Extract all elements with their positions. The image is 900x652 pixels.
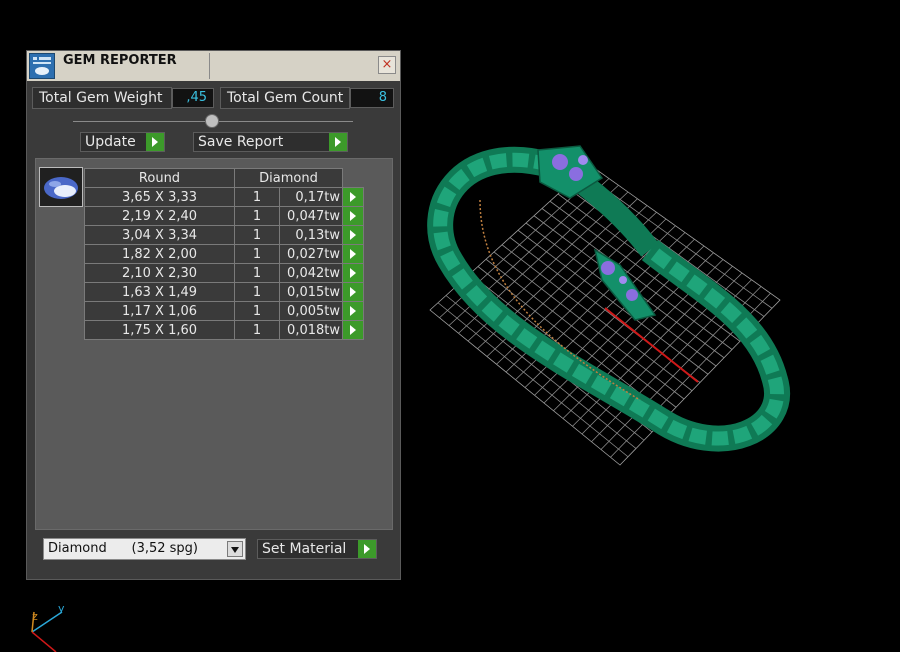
gem-weight-cell: 0,13tw: [279, 225, 343, 245]
gem-size-cell: 3,65 X 3,33: [84, 187, 235, 207]
gem-table: Round Diamond 3,65 X 3,33 1 0,17tw 2,19 X 2…: [84, 168, 364, 340]
set-material-button[interactable]: Set Material: [257, 539, 377, 559]
dropdown-arrow-icon[interactable]: [227, 541, 243, 557]
gem-weight-cell: 0,17tw: [279, 187, 343, 207]
material-select[interactable]: Diamond (3,52 spg): [43, 538, 246, 560]
save-report-button-label: Save Report: [198, 134, 284, 150]
window-title: GEM REPORTER: [63, 53, 177, 68]
save-report-button[interactable]: Save Report: [193, 132, 348, 152]
gem-quantity-cell: 1: [234, 225, 280, 245]
gem-weight-cell: 0,015tw: [279, 282, 343, 302]
row-select-arrow-button[interactable]: [342, 263, 364, 283]
play-arrow-icon: [146, 133, 164, 151]
3d-viewport-bracelet-model[interactable]: [420, 130, 800, 480]
gem-size-cell: 2,10 X 2,30: [84, 263, 235, 283]
total-gem-weight-label: Total Gem Weight: [32, 87, 172, 109]
gem-reporter-panel: GEM REPORTER × Total Gem Weight ,45 Tota…: [26, 50, 401, 580]
close-button[interactable]: ×: [378, 56, 396, 74]
gem-weight-cell: 0,042tw: [279, 263, 343, 283]
row-select-arrow-button[interactable]: [342, 301, 364, 321]
gem-list-area: Round Diamond 3,65 X 3,33 1 0,17tw 2,19 X 2…: [35, 158, 393, 530]
gem-size-cell: 1,17 X 1,06: [84, 301, 235, 321]
slider-handle[interactable]: [205, 114, 219, 128]
x-axis-line: [604, 307, 699, 383]
gem-size-cell: 1,82 X 2,00: [84, 244, 235, 264]
table-row[interactable]: 1,82 X 2,00 1 0,027tw: [84, 244, 364, 264]
gem-size-cell: 1,63 X 1,49: [84, 282, 235, 302]
gem-weight-cell: 0,005tw: [279, 301, 343, 321]
gem-quantity-cell: 1: [234, 187, 280, 207]
gem-weight-cell: 0,047tw: [279, 206, 343, 226]
axis-label-y: y: [58, 602, 65, 615]
table-row[interactable]: 2,19 X 2,40 1 0,047tw: [84, 206, 364, 226]
row-select-arrow-button[interactable]: [342, 187, 364, 207]
total-gem-count-label: Total Gem Count: [220, 87, 350, 109]
row-select-arrow-button[interactable]: [342, 244, 364, 264]
gem-quantity-cell: 1: [234, 263, 280, 283]
column-header-shape: Round: [84, 168, 235, 188]
row-select-arrow-button[interactable]: [342, 282, 364, 302]
row-select-arrow-button[interactable]: [342, 225, 364, 245]
gem-size-cell: 1,75 X 1,60: [84, 320, 235, 340]
title-bar[interactable]: GEM REPORTER ×: [27, 51, 400, 81]
column-header-material: Diamond: [234, 168, 343, 188]
play-arrow-icon: [329, 133, 347, 151]
set-material-button-label: Set Material: [262, 541, 347, 557]
material-select-value: Diamond (3,52 spg): [48, 541, 198, 556]
table-row[interactable]: 3,04 X 3,34 1 0,13tw: [84, 225, 364, 245]
table-row[interactable]: 3,65 X 3,33 1 0,17tw: [84, 187, 364, 207]
gem-quantity-cell: 1: [234, 244, 280, 264]
row-select-arrow-button[interactable]: [342, 320, 364, 340]
table-row[interactable]: 2,10 X 2,30 1 0,042tw: [84, 263, 364, 283]
gem-quantity-cell: 1: [234, 301, 280, 321]
gem-quantity-cell: 1: [234, 282, 280, 302]
table-row[interactable]: 1,63 X 1,49 1 0,015tw: [84, 282, 364, 302]
gem-size-cell: 2,19 X 2,40: [84, 206, 235, 226]
table-row[interactable]: 1,75 X 1,60 1 0,018tw: [84, 320, 364, 340]
gem-reporter-app-icon: [29, 53, 55, 79]
title-divider: [209, 53, 210, 79]
row-select-arrow-button[interactable]: [342, 206, 364, 226]
gem-weight-cell: 0,018tw: [279, 320, 343, 340]
total-gem-count-value: 8: [350, 88, 394, 108]
round-gem-icon: [39, 167, 83, 207]
update-button[interactable]: Update: [80, 132, 165, 152]
gem-quantity-cell: 1: [234, 320, 280, 340]
snake-bracelet: [427, 145, 790, 452]
gem-quantity-cell: 1: [234, 206, 280, 226]
axis-gizmo: y z: [31, 602, 65, 652]
axis-label-z: z: [32, 610, 38, 623]
update-button-label: Update: [85, 134, 136, 150]
total-gem-weight-value: ,45: [172, 88, 214, 108]
gem-weight-cell: 0,027tw: [279, 244, 343, 264]
gem-size-cell: 3,04 X 3,34: [84, 225, 235, 245]
play-arrow-icon: [358, 540, 376, 558]
table-row[interactable]: 1,17 X 1,06 1 0,005tw: [84, 301, 364, 321]
